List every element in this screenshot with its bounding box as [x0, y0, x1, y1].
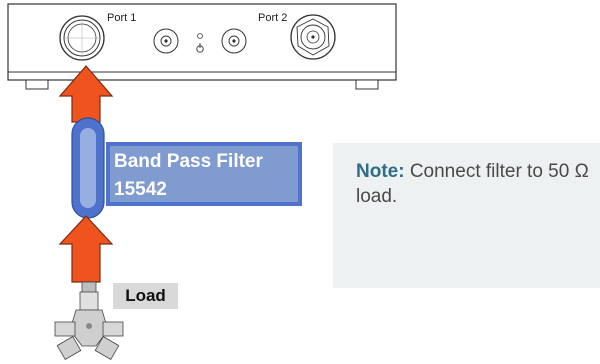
band-pass-filter[interactable]: [71, 117, 105, 219]
aux-connector-left[interactable]: [153, 28, 179, 54]
aux-connector-right[interactable]: [221, 28, 247, 54]
filter-label-box: Band Pass Filter 15542: [106, 142, 302, 206]
analyzer-foot-left: [25, 79, 49, 90]
port1-label: Port 1: [107, 12, 136, 24]
filter-label-line2: 15542: [114, 179, 167, 200]
port1-connector[interactable]: [59, 15, 105, 61]
note-label: Note:: [356, 161, 410, 182]
filter-label-line1: Band Pass Filter: [114, 151, 263, 172]
port2-label: Port 2: [258, 12, 287, 24]
load-label: Load: [113, 283, 178, 309]
analyzer-foot-right: [355, 79, 379, 90]
note-callout: Note: Connect filter to 50 Ω load.: [333, 143, 600, 288]
arrow-up-to-filter: [58, 215, 114, 283]
port2-connector[interactable]: [290, 14, 336, 60]
network-analyzer: Port 1 Port 2: [7, 3, 397, 90]
